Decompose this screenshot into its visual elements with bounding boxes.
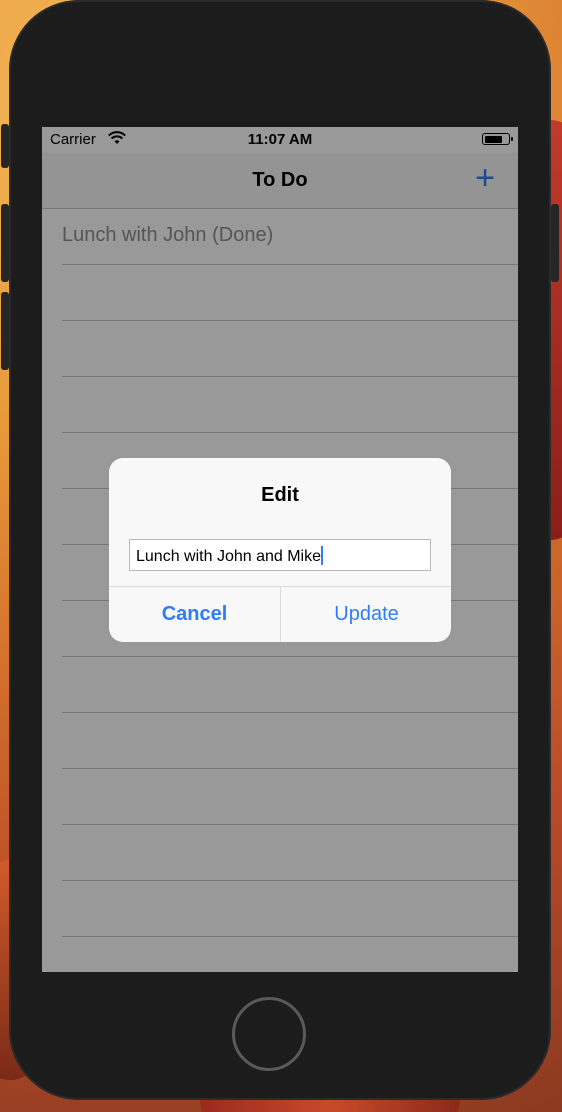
edit-text-value: Lunch with John and Mike (136, 548, 321, 565)
screen: Carrier 11:07 AM To Do + Lunch with John… (42, 127, 518, 972)
cancel-button[interactable]: Cancel (109, 587, 280, 642)
edit-alert-dialog: Edit Lunch with John and Mike Cancel Upd… (109, 458, 451, 642)
update-button[interactable]: Update (281, 587, 451, 642)
power-button (551, 204, 559, 282)
volume-up-button (1, 204, 9, 282)
alert-title: Edit (261, 484, 299, 506)
home-button[interactable] (232, 997, 306, 1071)
volume-down-button (1, 292, 9, 370)
edit-text-field[interactable]: Lunch with John and Mike (129, 539, 431, 571)
mute-switch (1, 124, 9, 168)
text-cursor (321, 546, 323, 565)
